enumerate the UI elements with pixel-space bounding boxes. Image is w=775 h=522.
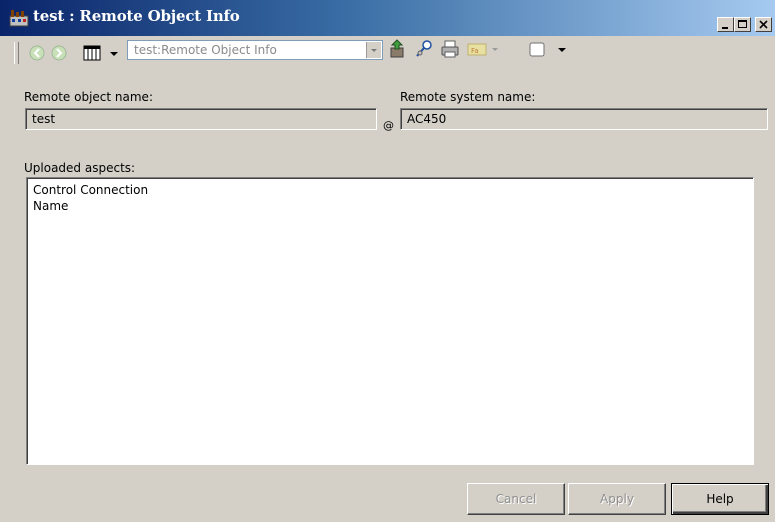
maximize-button[interactable] [734, 17, 751, 32]
dropdown-arrow-icon[interactable] [557, 38, 567, 60]
remote-object-name-field[interactable]: test [25, 108, 377, 130]
close-button[interactable] [755, 17, 772, 32]
minimize-icon [722, 27, 728, 29]
factory-app-icon [9, 7, 29, 27]
remote-object-name-value: test [32, 112, 56, 126]
apply-button[interactable]: Apply [568, 483, 666, 515]
forward-arrow-icon[interactable] [50, 42, 68, 64]
pin-icon[interactable] [414, 38, 434, 60]
address-value: test:Remote Object Info [134, 43, 277, 57]
remote-object-info-window: test : Remote Object Info test:Remote Ob… [0, 0, 775, 522]
remote-system-name-label: Remote system name: [400, 90, 536, 104]
maximize-icon [738, 20, 747, 28]
remote-system-name-value: AC450 [407, 112, 447, 126]
close-icon [759, 20, 768, 29]
dropdown-arrow-icon[interactable] [490, 38, 500, 60]
window-title: test : Remote Object Info [33, 7, 240, 25]
address-combobox[interactable]: test:Remote Object Info [127, 40, 383, 60]
remote-system-name-field[interactable]: AC450 [400, 108, 768, 130]
print-icon[interactable] [440, 38, 460, 60]
minimize-button[interactable] [717, 17, 734, 32]
cancel-button[interactable]: Cancel [467, 483, 565, 515]
window-icon[interactable] [527, 38, 547, 60]
aspect-icon[interactable]: Fa [466, 38, 488, 60]
uploaded-aspects-list[interactable]: Control Connection Name [26, 177, 754, 465]
list-item[interactable]: Name [33, 198, 753, 214]
remote-object-name-label: Remote object name: [24, 90, 153, 104]
toolbar-grip[interactable] [14, 42, 19, 64]
uploaded-aspects-label: Uploaded aspects: [24, 161, 136, 175]
back-arrow-icon[interactable] [28, 42, 46, 64]
at-symbol: @ [383, 119, 394, 132]
dropdown-arrow-icon[interactable] [109, 42, 119, 64]
title-bar[interactable]: test : Remote Object Info [0, 0, 775, 36]
upload-icon[interactable] [388, 38, 408, 60]
list-item[interactable]: Control Connection [33, 182, 753, 198]
columns-view-icon[interactable] [82, 42, 102, 64]
svg-text:Fa: Fa [471, 47, 479, 55]
help-button[interactable]: Help [671, 483, 769, 515]
combo-dropdown-icon[interactable] [366, 42, 381, 58]
